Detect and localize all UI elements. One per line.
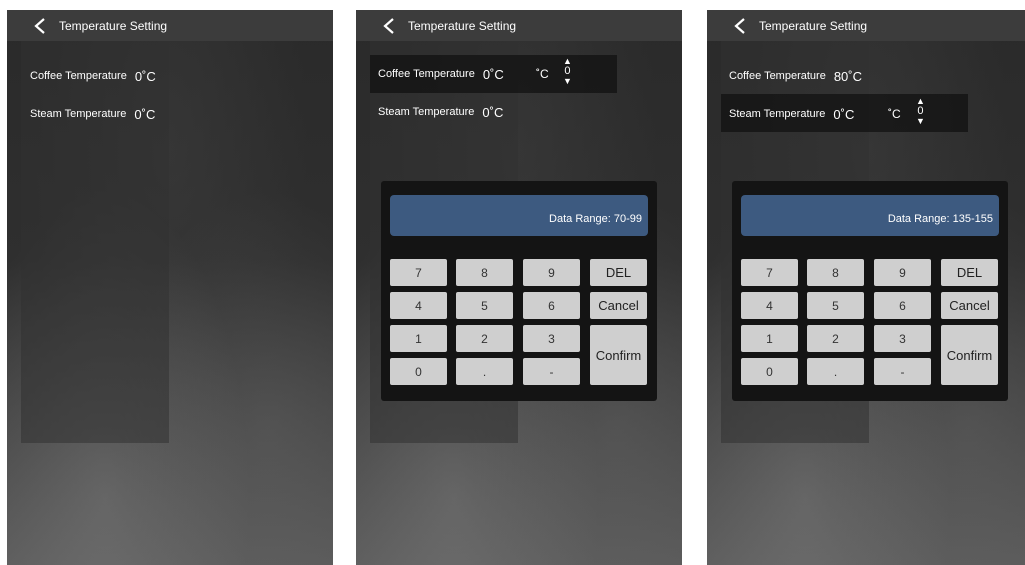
coffee-temperature-value: 0˚C: [134, 68, 156, 84]
key-2[interactable]: 2: [456, 325, 513, 352]
back-chevron-icon[interactable]: [374, 10, 404, 41]
coffee-temperature-row[interactable]: Coffee Temperature 0˚C: [30, 66, 156, 86]
screen-steam-edit: Temperature Setting Coffee Temperature 8…: [707, 10, 1025, 565]
steam-temperature-value: 0˚C: [833, 106, 855, 122]
coffee-temperature-value: 80˚C: [833, 68, 863, 84]
key-4[interactable]: 4: [390, 292, 447, 319]
data-range-text: Data Range: 70-99: [549, 212, 642, 225]
coffee-temperature-label: Coffee Temperature: [30, 70, 127, 82]
steam-temperature-value: 0˚C: [482, 104, 504, 120]
key-dot[interactable]: .: [807, 358, 864, 385]
triangle-down-icon[interactable]: ▼: [916, 116, 925, 126]
settings-panel: [21, 41, 169, 443]
key-9[interactable]: 9: [874, 259, 931, 286]
back-chevron-icon[interactable]: [725, 10, 755, 41]
confirm-button[interactable]: Confirm: [590, 325, 647, 385]
confirm-button[interactable]: Confirm: [941, 325, 998, 385]
key-0[interactable]: 0: [741, 358, 798, 385]
key-1[interactable]: 1: [741, 325, 798, 352]
keypad-display: Data Range: 70-99: [390, 195, 648, 236]
key-minus[interactable]: -: [874, 358, 931, 385]
unit-label: ˚C: [888, 107, 901, 121]
key-2[interactable]: 2: [807, 325, 864, 352]
key-8[interactable]: 8: [456, 259, 513, 286]
key-4[interactable]: 4: [741, 292, 798, 319]
key-dot[interactable]: .: [456, 358, 513, 385]
key-6[interactable]: 6: [874, 292, 931, 319]
steam-temperature-label: Steam Temperature: [729, 108, 826, 120]
header-bar: Temperature Setting: [7, 10, 333, 41]
key-5[interactable]: 5: [807, 292, 864, 319]
page-title: Temperature Setting: [759, 18, 868, 33]
stepper-value: 0: [917, 105, 924, 117]
key-9[interactable]: 9: [523, 259, 580, 286]
del-button[interactable]: DEL: [941, 259, 998, 286]
key-minus[interactable]: -: [523, 358, 580, 385]
screen-coffee-edit: Temperature Setting Coffee Temperature 0…: [356, 10, 682, 565]
steam-temperature-row[interactable]: Steam Temperature 0˚C: [729, 104, 854, 124]
key-8[interactable]: 8: [807, 259, 864, 286]
steam-temperature-row[interactable]: Steam Temperature 0˚C: [378, 102, 503, 122]
cancel-button[interactable]: Cancel: [941, 292, 998, 319]
del-button[interactable]: DEL: [590, 259, 647, 286]
key-7[interactable]: 7: [741, 259, 798, 286]
temperature-stepper[interactable]: ▲ 0 ▼: [916, 96, 925, 126]
numeric-keypad: Data Range: 135-155 7 8 9 DEL 4 5 6 Canc…: [732, 181, 1008, 401]
header-bar: Temperature Setting: [356, 10, 682, 41]
key-1[interactable]: 1: [390, 325, 447, 352]
steam-temperature-label: Steam Temperature: [30, 108, 127, 120]
steam-temperature-row[interactable]: Steam Temperature 0˚C: [30, 104, 155, 124]
data-range-text: Data Range: 135-155: [887, 212, 993, 225]
coffee-temperature-label: Coffee Temperature: [378, 68, 475, 80]
back-chevron-icon[interactable]: [25, 10, 55, 41]
header-bar: Temperature Setting: [707, 10, 1025, 41]
key-7[interactable]: 7: [390, 259, 447, 286]
stepper-value: 0: [564, 65, 571, 77]
key-3[interactable]: 3: [874, 325, 931, 352]
coffee-temperature-label: Coffee Temperature: [729, 70, 826, 82]
key-0[interactable]: 0: [390, 358, 447, 385]
page-title: Temperature Setting: [59, 18, 168, 33]
key-5[interactable]: 5: [456, 292, 513, 319]
screen-initial: Temperature Setting Coffee Temperature 0…: [7, 10, 333, 565]
numeric-keypad: Data Range: 70-99 7 8 9 DEL 4 5 6 Cancel…: [381, 181, 657, 401]
coffee-temperature-row[interactable]: Coffee Temperature 0˚C: [378, 64, 504, 84]
keypad-display: Data Range: 135-155: [741, 195, 999, 236]
temperature-stepper[interactable]: ▲ 0 ▼: [563, 56, 572, 86]
steam-temperature-label: Steam Temperature: [378, 106, 475, 118]
coffee-temperature-value: 0˚C: [482, 66, 504, 82]
coffee-temperature-row[interactable]: Coffee Temperature 80˚C: [729, 66, 862, 86]
cancel-button[interactable]: Cancel: [590, 292, 647, 319]
key-3[interactable]: 3: [523, 325, 580, 352]
page-title: Temperature Setting: [408, 18, 517, 33]
key-6[interactable]: 6: [523, 292, 580, 319]
steam-temperature-value: 0˚C: [134, 106, 156, 122]
unit-label: ˚C: [536, 67, 549, 81]
triangle-down-icon[interactable]: ▼: [563, 76, 572, 86]
